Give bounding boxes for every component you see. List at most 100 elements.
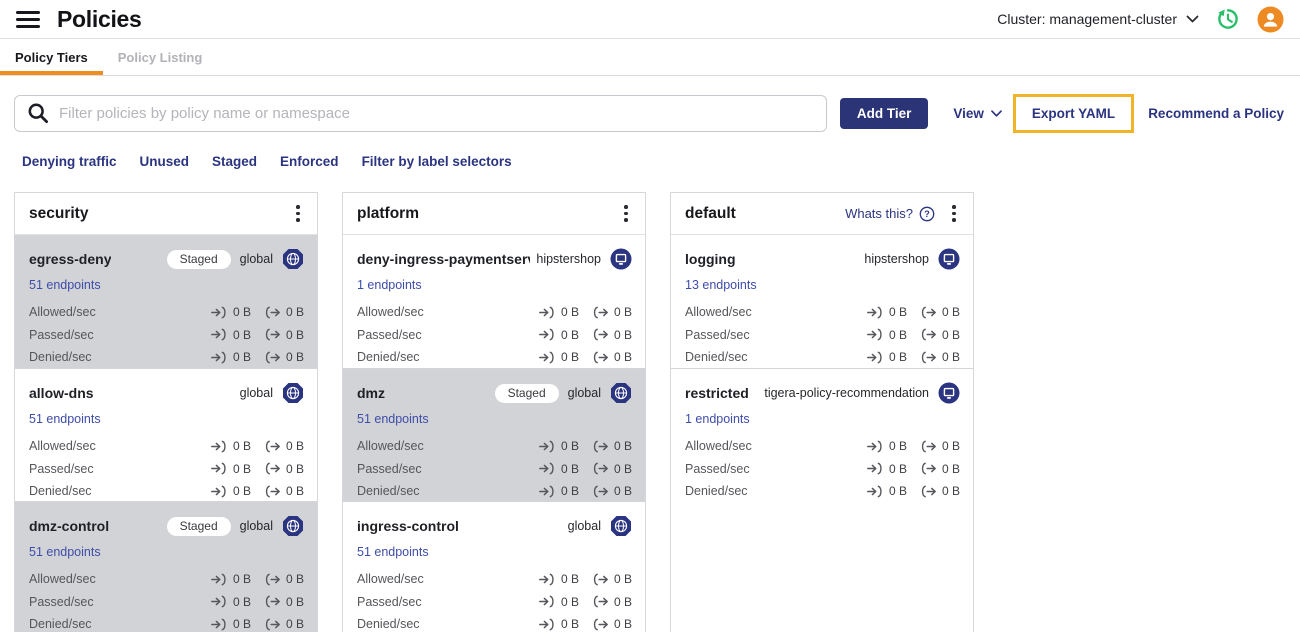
egress-stat: 0 B: [920, 462, 960, 476]
chevron-down-icon: [1186, 15, 1199, 23]
tier-name: default: [685, 204, 736, 222]
view-dropdown[interactable]: View: [953, 106, 1002, 121]
stat-row: Allowed/sec 0 B 0 B: [29, 568, 304, 591]
endpoints-link[interactable]: 13 endpoints: [685, 278, 757, 292]
egress-arrow-icon: [265, 351, 280, 364]
ingress-stat: 0 B: [867, 462, 907, 476]
top-bar: Policies Cluster: management-cluster: [0, 0, 1300, 39]
endpoints-link[interactable]: 1 endpoints: [357, 278, 422, 292]
endpoints-link[interactable]: 51 endpoints: [29, 412, 101, 426]
policy-card[interactable]: restricted tigera-policy-recommendation …: [671, 368, 973, 501]
tab-policy-listing[interactable]: Policy Listing: [103, 39, 218, 75]
stat-label: Passed/sec: [357, 461, 422, 476]
filter-unused[interactable]: Unused: [140, 154, 190, 169]
egress-stat: 0 B: [264, 595, 304, 609]
ingress-stat: 0 B: [539, 595, 579, 609]
export-yaml-button[interactable]: Export YAML: [1032, 106, 1115, 121]
ingress-arrow-icon: [539, 485, 554, 498]
user-avatar-icon[interactable]: [1257, 6, 1284, 33]
policy-scope: global: [239, 252, 273, 266]
stat-label: Denied/sec: [357, 617, 420, 632]
policy-tiers-board: security egress-deny Staged global 51 en…: [14, 192, 1286, 632]
stat-label: Allowed/sec: [357, 305, 424, 320]
filter-label-selectors[interactable]: Filter by label selectors: [362, 154, 512, 169]
policy-stats: Allowed/sec 0 B 0 B Passed/sec 0 B 0 B D…: [357, 435, 632, 503]
endpoints-link[interactable]: 51 endpoints: [29, 545, 101, 559]
ingress-value: 0 B: [560, 327, 579, 342]
stat-label: Allowed/sec: [29, 305, 96, 320]
history-icon[interactable]: [1215, 6, 1241, 32]
stat-label: Allowed/sec: [685, 305, 752, 320]
add-tier-button[interactable]: Add Tier: [839, 98, 929, 129]
policy-card[interactable]: ingress-control global 51 endpoints Allo…: [343, 501, 645, 632]
kebab-menu-icon[interactable]: [289, 203, 307, 225]
egress-value: 0 B: [941, 439, 960, 454]
global-policy-icon: [282, 382, 304, 404]
ingress-arrow-icon: [867, 328, 882, 341]
policy-filter-input[interactable]: [14, 95, 827, 132]
policy-card[interactable]: deny-ingress-paymentservi... hipstershop…: [343, 235, 645, 368]
cluster-selector[interactable]: Cluster: management-cluster: [997, 11, 1199, 27]
filter-staged[interactable]: Staged: [212, 154, 257, 169]
ingress-stat: 0 B: [867, 305, 907, 319]
egress-value: 0 B: [285, 461, 304, 476]
egress-value: 0 B: [613, 439, 632, 454]
kebab-menu-icon[interactable]: [617, 203, 635, 225]
egress-value: 0 B: [613, 484, 632, 499]
filter-denying-traffic[interactable]: Denying traffic: [22, 154, 117, 169]
tab-policy-tiers[interactable]: Policy Tiers: [0, 39, 103, 75]
egress-stat: 0 B: [264, 328, 304, 342]
egress-arrow-icon: [593, 618, 608, 631]
egress-arrow-icon: [921, 328, 936, 341]
whats-this-link[interactable]: Whats this? ?: [845, 206, 935, 222]
egress-stat: 0 B: [264, 484, 304, 498]
endpoints-link[interactable]: 51 endpoints: [357, 412, 429, 426]
endpoints-link[interactable]: 1 endpoints: [685, 412, 750, 426]
policy-card[interactable]: dmz Staged global 51 endpoints Allowed/s…: [343, 368, 645, 501]
egress-arrow-icon: [593, 328, 608, 341]
ingress-value: 0 B: [560, 617, 579, 632]
policy-card[interactable]: logging hipstershop 13 endpoints Allowed…: [671, 235, 973, 368]
ingress-arrow-icon: [211, 306, 226, 319]
policy-card[interactable]: allow-dns global 51 endpoints Allowed/se…: [15, 368, 317, 501]
search-icon: [28, 103, 49, 124]
stat-label: Allowed/sec: [357, 439, 424, 454]
global-policy-icon: [610, 515, 632, 537]
egress-stat: 0 B: [592, 439, 632, 453]
tier-header: platform: [343, 193, 645, 235]
endpoints-link[interactable]: 51 endpoints: [29, 278, 101, 292]
egress-stat: 0 B: [920, 350, 960, 364]
ingress-arrow-icon: [867, 462, 882, 475]
stat-row: Denied/sec 0 B 0 B: [357, 480, 632, 503]
policy-card[interactable]: egress-deny Staged global 51 endpoints A…: [15, 235, 317, 368]
policy-name: egress-deny: [29, 251, 112, 267]
stat-label: Denied/sec: [685, 350, 748, 365]
ingress-value: 0 B: [232, 572, 251, 587]
ingress-stat: 0 B: [539, 462, 579, 476]
ingress-value: 0 B: [560, 439, 579, 454]
egress-value: 0 B: [613, 594, 632, 609]
egress-value: 0 B: [285, 305, 304, 320]
policy-name: deny-ingress-paymentservi...: [357, 251, 530, 267]
egress-stat: 0 B: [264, 617, 304, 631]
policy-card[interactable]: dmz-control Staged global 51 endpoints A…: [15, 501, 317, 632]
egress-value: 0 B: [613, 327, 632, 342]
tier-header: security: [15, 193, 317, 235]
recommend-policy-button[interactable]: Recommend a Policy: [1148, 106, 1284, 121]
egress-value: 0 B: [285, 327, 304, 342]
policy-name: logging: [685, 251, 736, 267]
search-box: [14, 95, 827, 132]
egress-arrow-icon: [593, 485, 608, 498]
filter-enforced[interactable]: Enforced: [280, 154, 339, 169]
hamburger-menu-icon[interactable]: [16, 10, 40, 28]
egress-arrow-icon: [593, 440, 608, 453]
egress-arrow-icon: [265, 485, 280, 498]
ingress-arrow-icon: [867, 440, 882, 453]
ingress-value: 0 B: [888, 484, 907, 499]
egress-stat: 0 B: [920, 305, 960, 319]
egress-value: 0 B: [941, 327, 960, 342]
endpoints-link[interactable]: 51 endpoints: [357, 545, 429, 559]
kebab-menu-icon[interactable]: [945, 203, 963, 225]
svg-text:?: ?: [924, 209, 930, 219]
egress-stat: 0 B: [592, 350, 632, 364]
